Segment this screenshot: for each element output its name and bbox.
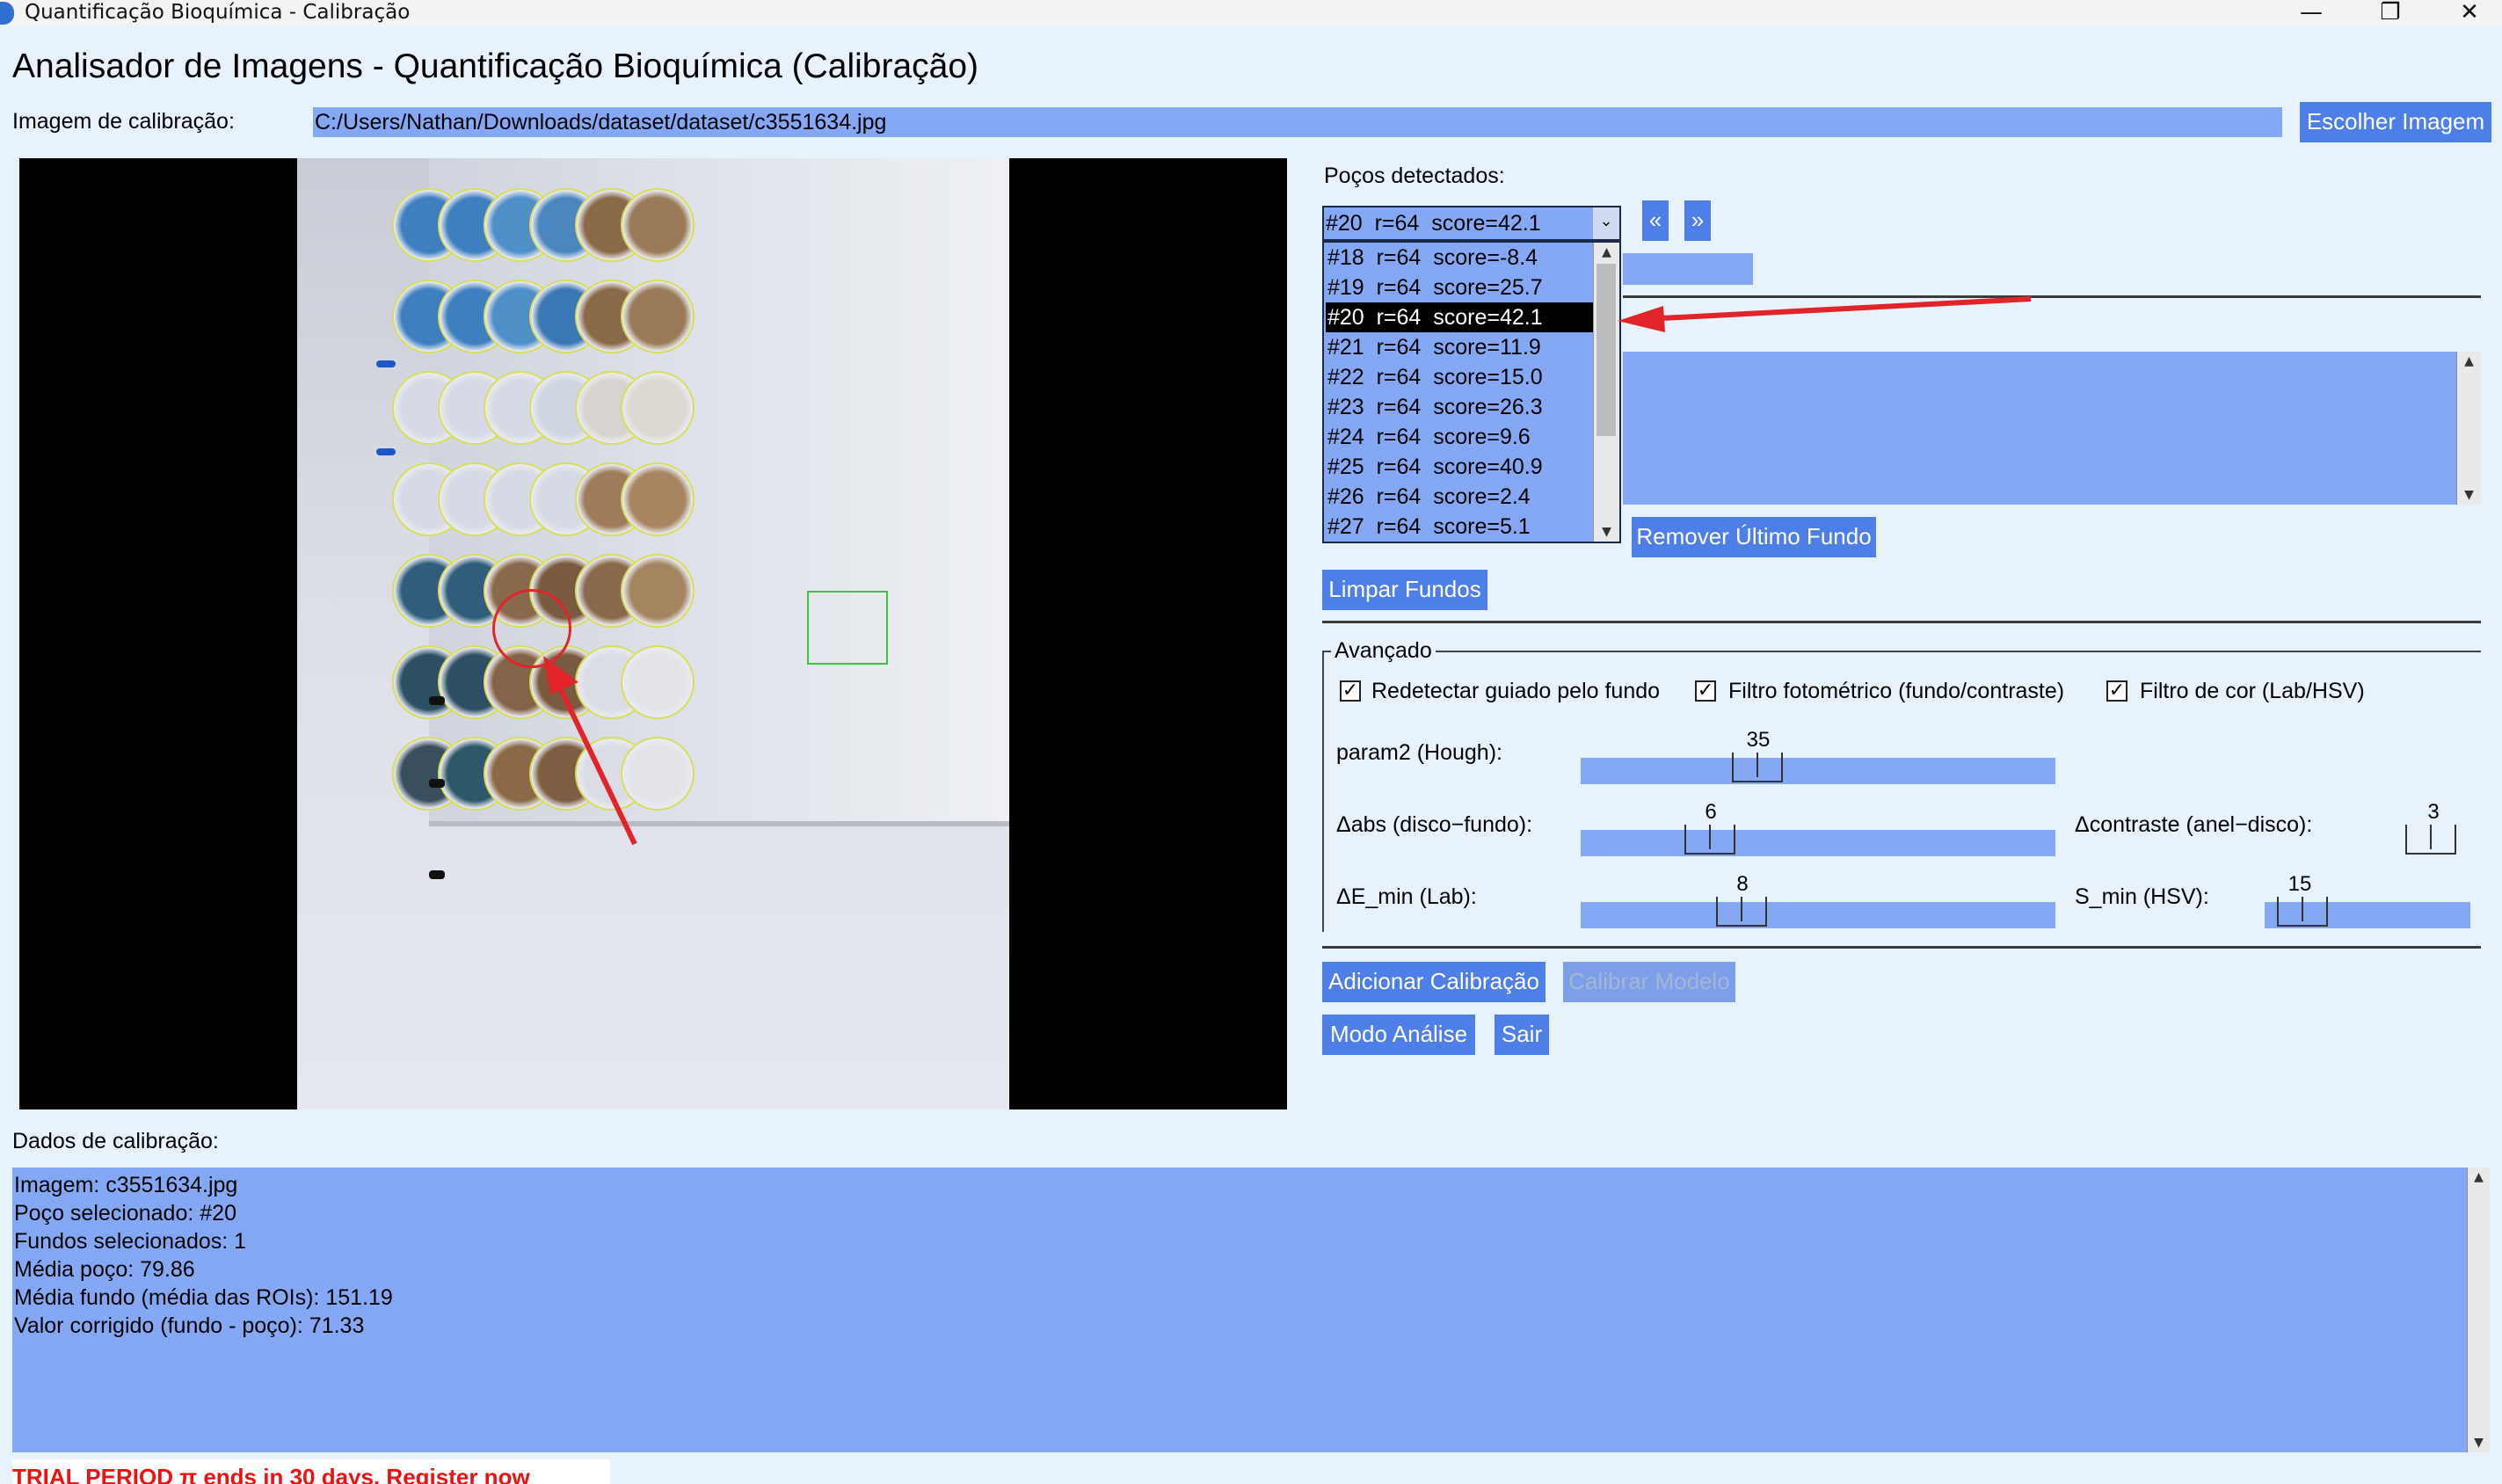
calibration-line: Valor corrigido (fundo - poço): 71.33 [14,1313,365,1338]
dcontrast-slider-thumb[interactable] [2405,825,2456,855]
param2-slider-thumb[interactable] [1732,753,1783,782]
annotation-arrow [543,656,637,846]
calibration-line: Média fundo (média das ROIs): 151.19 [14,1285,393,1310]
dcontrast-label: Δcontraste (anel−disco): [2075,812,2313,837]
wells-dropdown-option[interactable]: #27 r=64 score=5.1 [1326,512,1595,542]
app-icon [0,2,14,25]
calibration-line: Fundos selecionados: 1 [14,1229,247,1254]
image-path-field[interactable]: C:/Users/Nathan/Downloads/dataset/datase… [313,107,2282,137]
wells-dropdown-option[interactable]: #20 r=64 score=42.1 [1326,302,1595,332]
restore-button[interactable]: ❐ [2351,0,2430,26]
wells-dropdown-option[interactable]: #19 r=64 score=25.7 [1326,273,1595,302]
calibration-data-text[interactable]: Imagem: c3551634.jpg Poço selecionado: #… [12,1168,2470,1452]
next-well-button[interactable]: » [1684,200,1711,241]
exit-button[interactable]: Sair [1495,1015,1549,1055]
checkbox-photometric[interactable]: ✓ [1695,680,1716,702]
annotation-arrow [1618,296,2032,332]
wells-select[interactable]: #20 r=64 score=42.1 ⌄ [1322,206,1621,241]
calibrate-model-button[interactable]: Calibrar Modelo [1563,962,1735,1002]
dabs-label: Δabs (disco−fundo): [1336,812,1533,837]
wells-dropdown-option[interactable]: #22 r=64 score=15.0 [1326,362,1595,392]
background-list-scrollbar[interactable]: ▲ ▼ [2456,352,2481,505]
smin-slider[interactable] [2265,897,2470,928]
wells-select-value: #20 r=64 score=42.1 [1326,211,1541,236]
calibration-line: Poço selecionado: #20 [14,1201,236,1226]
wells-dropdown-option[interactable]: #18 r=64 score=-8.4 [1326,243,1595,273]
background-list[interactable] [1623,352,2456,505]
dcontrast-value: 3 [2427,800,2440,824]
separator [1322,946,2481,949]
demin-slider[interactable] [1581,897,2055,928]
calibration-data-label: Dados de calibração: [12,1129,219,1153]
image-preview[interactable] [19,158,1287,1109]
smin-value: 15 [2287,872,2312,896]
clear-backgrounds-button[interactable]: Limpar Fundos [1322,570,1487,610]
wells-detected-label: Poços detectados: [1324,164,1505,188]
analysis-mode-button[interactable]: Modo Análise [1322,1015,1475,1055]
chevron-down-icon[interactable]: ⌄ [1593,207,1619,239]
calibration-line: Imagem: c3551634.jpg [14,1173,238,1197]
checkbox-color-filter[interactable]: ✓ [2106,680,2127,702]
advanced-group-title: Avançado [1331,638,1436,664]
demin-label: ΔE_min (Lab): [1336,884,1477,909]
calibration-image-label: Imagem de calibração: [12,109,235,134]
param2-label: param2 (Hough): [1336,740,1502,765]
wells-dropdown-option[interactable]: #26 r=64 score=2.4 [1326,482,1595,512]
window-title: Quantificação Bioquímica - Calibração [25,1,411,24]
wells-dropdown-option[interactable]: #21 r=64 score=11.9 [1326,332,1595,362]
wells-dropdown-list[interactable]: #18 r=64 score=-8.4 #19 r=64 score=25.7 #2… [1322,241,1621,543]
demin-slider-thumb[interactable] [1716,897,1767,927]
checkbox-redetect[interactable]: ✓ [1340,680,1361,702]
param2-slider[interactable] [1581,753,2055,784]
smin-slider-thumb[interactable] [2277,897,2328,927]
calibration-scrollbar[interactable]: ▲ ▼ [2467,1168,2490,1452]
smin-label: S_min (HSV): [2075,884,2209,909]
add-calibration-button[interactable]: Adicionar Calibração [1322,962,1546,1002]
checkbox-redetect-label: Redetectar guiado pelo fundo [1371,679,1661,703]
trial-banner: TRIAL PERIOD π ends in 30 days. Register… [12,1459,610,1484]
remove-last-background-button[interactable]: Remover Último Fundo [1632,517,1876,557]
calibration-line: Média poço: 79.86 [14,1257,195,1282]
prev-well-button[interactable]: « [1642,200,1669,241]
dabs-value: 6 [1705,800,1717,824]
wells-dropdown-option[interactable]: #23 r=64 score=26.3 [1326,392,1595,422]
minimize-button[interactable]: — [2272,0,2351,26]
param2-value: 35 [1746,728,1771,752]
dcontrast-slider[interactable] [2404,825,2470,856]
title-bar: Quantificação Bioquímica - Calibração — … [0,0,2502,26]
close-button[interactable]: ✕ [2430,0,2502,26]
separator [1322,621,2481,623]
dabs-slider[interactable] [1581,825,2055,856]
hidden-field[interactable] [1623,253,1753,285]
wells-dropdown-option[interactable]: #25 r=64 score=40.9 [1326,452,1595,482]
checkbox-photometric-label: Filtro fotométrico (fundo/contraste) [1728,679,2065,703]
checkbox-color-filter-label: Filtro de cor (Lab/HSV) [2140,679,2365,703]
wells-dropdown-option[interactable]: #24 r=64 score=9.6 [1326,422,1595,452]
demin-value: 8 [1736,872,1749,896]
page-title: Analisador de Imagens - Quantificação Bi… [12,47,979,85]
dabs-slider-thumb[interactable] [1684,825,1735,855]
choose-image-button[interactable]: Escolher Imagem [2300,102,2491,142]
